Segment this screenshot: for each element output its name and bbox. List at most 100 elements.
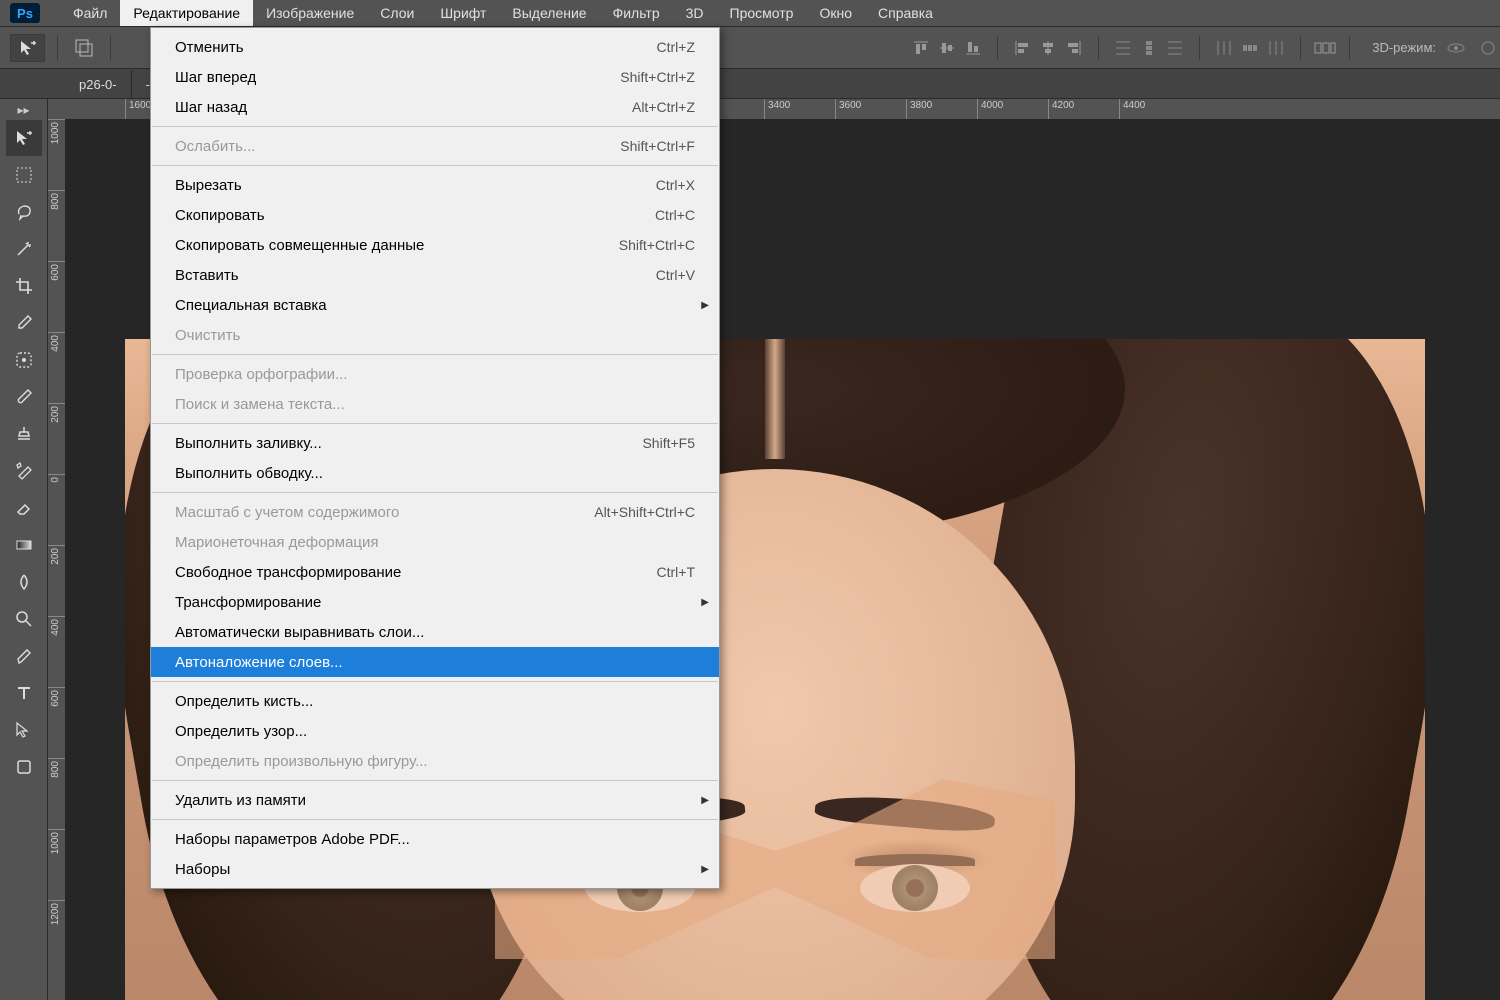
toolbox-collapse-icon[interactable]: ▸▸	[17, 103, 29, 117]
menu-item[interactable]: Специальная вставка	[151, 290, 719, 320]
menu-item[interactable]: ВырезатьCtrl+X	[151, 170, 719, 200]
heal-tool[interactable]	[6, 342, 42, 378]
marquee-tool[interactable]	[6, 157, 42, 193]
align-vcenter-icon[interactable]	[935, 36, 959, 60]
menu-item[interactable]: Выполнить обводку...	[151, 458, 719, 488]
document-tab[interactable]: p26-0-	[65, 70, 132, 98]
distribute-group-2	[1212, 36, 1288, 60]
menu-item-shortcut: Shift+Ctrl+Z	[620, 69, 695, 85]
menu-изображение[interactable]: Изображение	[253, 0, 367, 26]
crop-tool[interactable]	[6, 268, 42, 304]
menu-item[interactable]: Шаг вперед Shift+Ctrl+Z	[151, 62, 719, 92]
menu-item-label: Выполнить обводку...	[175, 465, 323, 482]
menu-item-shortcut: Alt+Shift+Ctrl+C	[594, 504, 695, 520]
brush-tool[interactable]	[6, 379, 42, 415]
shape-tool[interactable]	[6, 749, 42, 785]
menu-item: Марионеточная деформация	[151, 527, 719, 557]
menu-item-shortcut: Shift+Ctrl+F	[620, 138, 695, 154]
menu-item[interactable]: Трансформирование	[151, 587, 719, 617]
menu-item-label: Проверка орфографии...	[175, 366, 347, 383]
menu-item-shortcut: Alt+Ctrl+Z	[632, 99, 695, 115]
menu-выделение[interactable]: Выделение	[499, 0, 599, 26]
stamp-tool[interactable]	[6, 416, 42, 452]
separator	[57, 36, 58, 60]
separator	[1199, 36, 1200, 60]
menu-separator	[152, 681, 718, 682]
edit-menu-dropdown: ОтменитьCtrl+ZШаг впередShift+Ctrl+ZШаг …	[150, 27, 720, 889]
align-top-icon[interactable]	[909, 36, 933, 60]
3d-mode-label: 3D-режим:	[1372, 40, 1436, 55]
eyedrop-tool[interactable]	[6, 305, 42, 341]
menu-3d[interactable]: 3D	[673, 0, 717, 26]
menu-item-label: Автоматически выравнивать слои...	[175, 624, 424, 641]
separator	[997, 36, 998, 60]
menu-item[interactable]: Определить кисть...	[151, 686, 719, 716]
menu-item-label: Отменить	[175, 39, 244, 56]
distribute-left-icon[interactable]	[1212, 36, 1236, 60]
menu-separator	[152, 423, 718, 424]
blur-tool[interactable]	[6, 564, 42, 600]
menu-фильтр[interactable]: Фильтр	[600, 0, 673, 26]
menu-item-shortcut: Shift+F5	[642, 435, 695, 451]
menu-item[interactable]: Выполнить заливку...Shift+F5	[151, 428, 719, 458]
menu-item-label: Определить произвольную фигуру...	[175, 753, 428, 770]
distribute-top-icon[interactable]	[1111, 36, 1135, 60]
menu-item-label: Определить кисть...	[175, 693, 313, 710]
menu-item[interactable]: Удалить из памяти	[151, 785, 719, 815]
pen-tool[interactable]	[6, 638, 42, 674]
align-hcenter-icon[interactable]	[1036, 36, 1060, 60]
menu-item-shortcut: Ctrl+X	[656, 177, 695, 193]
menu-item[interactable]: Определить узор...	[151, 716, 719, 746]
auto-select-toggle[interactable]	[70, 34, 98, 62]
current-tool-indicator[interactable]	[10, 34, 45, 62]
menu-item[interactable]: Наборы параметров Adobe PDF...	[151, 824, 719, 854]
type-tool[interactable]	[6, 675, 42, 711]
menu-item[interactable]: Автоналожение слоев...	[151, 647, 719, 677]
menu-item-label: Поиск и замена текста...	[175, 396, 345, 413]
align-right-icon[interactable]	[1062, 36, 1086, 60]
menu-item-label: Автоналожение слоев...	[175, 654, 343, 671]
menu-item-label: Определить узор...	[175, 723, 307, 740]
align-left-icon[interactable]	[1010, 36, 1034, 60]
distribute-bottom-icon[interactable]	[1163, 36, 1187, 60]
menu-просмотр[interactable]: Просмотр	[717, 0, 807, 26]
menu-item-label: Ослабить...	[175, 138, 255, 155]
auto-align-button[interactable]	[1313, 36, 1337, 60]
align-bottom-icon[interactable]	[961, 36, 985, 60]
dodge-tool[interactable]	[6, 601, 42, 637]
menu-item[interactable]: ВставитьCtrl+V	[151, 260, 719, 290]
menu-шрифт[interactable]: Шрифт	[427, 0, 499, 26]
menu-item-label: Наборы параметров Adobe PDF...	[175, 831, 410, 848]
menu-редактирование[interactable]: Редактирование	[120, 0, 253, 26]
app-logo[interactable]: Ps	[10, 3, 40, 23]
menu-item[interactable]: Шаг назадAlt+Ctrl+Z	[151, 92, 719, 122]
history-tool[interactable]	[6, 453, 42, 489]
move-tool[interactable]	[6, 120, 42, 156]
menu-окно[interactable]: Окно	[806, 0, 865, 26]
menu-item: Масштаб с учетом содержимогоAlt+Shift+Ct…	[151, 497, 719, 527]
distribute-vcenter-icon[interactable]	[1137, 36, 1161, 60]
menu-item[interactable]: ОтменитьCtrl+Z	[151, 32, 719, 62]
distribute-hcenter-icon[interactable]	[1238, 36, 1262, 60]
menu-item[interactable]: Свободное трансформированиеCtrl+T	[151, 557, 719, 587]
distribute-right-icon[interactable]	[1264, 36, 1288, 60]
menu-файл[interactable]: Файл	[60, 0, 120, 26]
menu-item-label: Шаг вперед	[175, 69, 256, 86]
gradient-tool[interactable]	[6, 527, 42, 563]
3d-pan-icon[interactable]	[1476, 36, 1500, 60]
menu-item[interactable]: Наборы	[151, 854, 719, 884]
3d-orbit-icon[interactable]	[1444, 36, 1468, 60]
menu-справка[interactable]: Справка	[865, 0, 946, 26]
menu-слои[interactable]: Слои	[367, 0, 427, 26]
lasso-tool[interactable]	[6, 194, 42, 230]
path-tool[interactable]	[6, 712, 42, 748]
menu-item[interactable]: Автоматически выравнивать слои...	[151, 617, 719, 647]
menu-separator	[152, 819, 718, 820]
wand-tool[interactable]	[6, 231, 42, 267]
menu-item[interactable]: Скопировать совмещенные данныеShift+Ctrl…	[151, 230, 719, 260]
separator	[1098, 36, 1099, 60]
menu-item: Очистить	[151, 320, 719, 350]
eraser-tool[interactable]	[6, 490, 42, 526]
menubar: Ps ФайлРедактированиеИзображениеСлоиШриф…	[0, 0, 1500, 27]
menu-item[interactable]: СкопироватьCtrl+C	[151, 200, 719, 230]
